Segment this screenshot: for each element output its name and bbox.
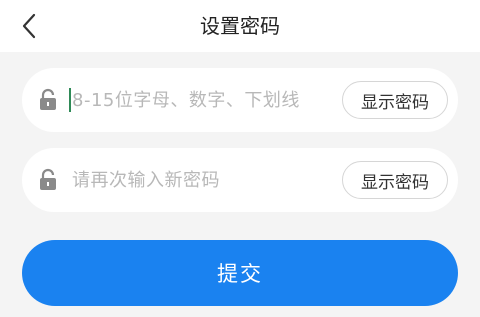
- submit-button[interactable]: 提交: [22, 240, 458, 306]
- show-confirm-password-button[interactable]: 显示密码: [342, 161, 448, 199]
- page-title: 设置密码: [200, 14, 280, 38]
- confirm-password-input[interactable]: [72, 148, 352, 212]
- show-password-button[interactable]: 显示密码: [342, 81, 448, 119]
- lock-icon: [40, 168, 56, 190]
- new-password-input[interactable]: [72, 68, 352, 132]
- top-nav-bar: 设置密码: [0, 0, 480, 52]
- text-cursor: [69, 88, 71, 112]
- password-field-container: 显示密码: [22, 68, 458, 132]
- confirm-password-field-container: 显示密码: [22, 148, 458, 212]
- lock-icon: [40, 88, 56, 110]
